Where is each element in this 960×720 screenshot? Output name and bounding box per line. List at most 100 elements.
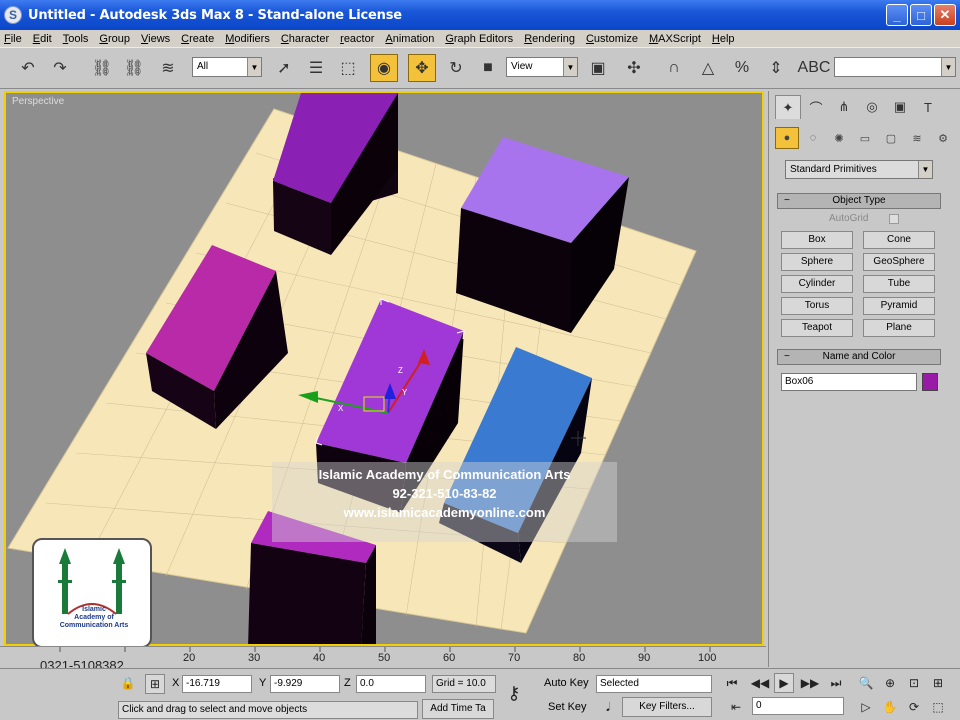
set-key-button[interactable]: Set Key [548, 701, 587, 713]
y-coordinate-field[interactable]: -9.929 [270, 675, 340, 693]
select-and-rotate-icon[interactable]: ↻ [442, 54, 470, 82]
key-filters-button[interactable]: Key Filters... [622, 697, 712, 717]
utilities-tab-icon[interactable]: T [915, 95, 941, 119]
menu-rendering[interactable]: Rendering [524, 33, 575, 45]
space-warps-icon[interactable]: ≋ [905, 127, 929, 149]
window-crossing-icon[interactable]: ◉ [370, 54, 398, 82]
object-color-swatch[interactable] [922, 373, 938, 391]
go-to-end-icon[interactable]: ⏭ [826, 673, 846, 693]
zoom-icon[interactable]: 🔍 [856, 673, 876, 693]
cameras-icon[interactable]: ▭ [853, 127, 877, 149]
rectangular-selection-icon[interactable]: ⬚ [334, 54, 362, 82]
angle-snap-icon[interactable]: △ [694, 54, 722, 82]
object-name-field[interactable]: Box06 [781, 373, 917, 391]
select-and-link-icon[interactable]: ⛓ [88, 54, 116, 82]
play-icon[interactable]: ▶ [774, 673, 794, 693]
field-of-view-icon[interactable]: ▷ [856, 697, 876, 717]
minimize-button[interactable]: _ [886, 4, 908, 26]
teapot-button[interactable]: Teapot [781, 319, 853, 337]
systems-icon[interactable]: ⚙ [931, 127, 955, 149]
go-to-start-icon[interactable]: ⏮ [722, 673, 742, 693]
pyramid-button[interactable]: Pyramid [863, 297, 935, 315]
previous-frame-icon[interactable]: ◀◀ [750, 673, 770, 693]
select-object-icon[interactable]: ➚ [270, 54, 298, 82]
shapes-icon[interactable]: ◌ [801, 127, 825, 149]
menu-help[interactable]: Help [712, 33, 735, 45]
unlink-icon[interactable]: ⛓ [120, 54, 148, 82]
absolute-mode-icon[interactable]: ⊞ [145, 674, 165, 694]
use-pivot-center-icon[interactable]: ▣ [584, 54, 612, 82]
reference-coordinate-dropdown[interactable]: View ▼ [506, 57, 578, 77]
z-coordinate-field[interactable]: 0.0 [356, 675, 426, 693]
menu-create[interactable]: Create [181, 33, 214, 45]
add-time-tag-button[interactable]: Add Time Ta [422, 699, 494, 719]
viewport-label[interactable]: Perspective [12, 96, 64, 107]
key-icon[interactable]: ⚷ [504, 683, 524, 703]
edit-named-selection-icon[interactable]: ABC [798, 54, 831, 82]
percent-snap-icon[interactable]: % [728, 54, 756, 82]
selection-filter-dropdown[interactable]: All ▼ [192, 57, 262, 77]
key-mode-toggle-icon[interactable]: ⇤ [726, 697, 746, 717]
select-and-scale-icon[interactable]: ■ [474, 54, 502, 82]
bind-space-warp-icon[interactable]: ≋ [154, 54, 182, 82]
menu-animation[interactable]: Animation [385, 33, 434, 45]
lights-icon[interactable]: ✺ [827, 127, 851, 149]
menu-edit[interactable]: Edit [33, 33, 52, 45]
maximize-viewport-icon[interactable]: ⬚ [928, 697, 948, 717]
geometry-icon[interactable]: ● [775, 127, 799, 149]
plane-button[interactable]: Plane [863, 319, 935, 337]
cone-button[interactable]: Cone [863, 231, 935, 249]
geosphere-button[interactable]: GeoSphere [863, 253, 935, 271]
undo-icon[interactable]: ↶ [14, 54, 42, 82]
hierarchy-tab-icon[interactable]: ⋔ [831, 95, 857, 119]
lock-selection-icon[interactable]: 🔒 [118, 673, 138, 693]
zoom-all-icon[interactable]: ⊕ [880, 673, 900, 693]
helpers-icon[interactable]: ▢ [879, 127, 903, 149]
menu-maxscript[interactable]: MAXScript [649, 33, 701, 45]
redo-icon[interactable]: ↷ [46, 54, 74, 82]
torus-button[interactable]: Torus [781, 297, 853, 315]
cylinder-button[interactable]: Cylinder [781, 275, 853, 293]
auto-key-label[interactable]: Auto Key [544, 677, 589, 689]
close-button[interactable]: ✕ [934, 4, 956, 26]
named-selection-dropdown[interactable]: ▼ [834, 57, 956, 77]
menu-tools[interactable]: Tools [63, 33, 89, 45]
menu-character[interactable]: Character [281, 33, 329, 45]
select-by-name-icon[interactable]: ☰ [302, 54, 330, 82]
autogrid-checkbox[interactable] [889, 214, 899, 224]
menu-group[interactable]: Group [99, 33, 130, 45]
timeline-tick: 20 [183, 652, 196, 664]
arc-rotate-icon[interactable]: ⟳ [904, 697, 924, 717]
box-button[interactable]: Box [781, 231, 853, 249]
create-tab-icon[interactable]: ✦ [775, 95, 801, 119]
sphere-button[interactable]: Sphere [781, 253, 853, 271]
x-label: X [172, 677, 180, 689]
next-frame-icon[interactable]: ▶▶ [800, 673, 820, 693]
modify-tab-icon[interactable]: ⌒ [803, 95, 829, 119]
menu-file[interactable]: File [4, 33, 22, 45]
menu-graph-editors[interactable]: Graph Editors [445, 33, 513, 45]
3ds-max-icon[interactable]: S [4, 6, 22, 24]
pan-icon[interactable]: ✋ [880, 697, 900, 717]
key-mode-dropdown[interactable]: Selected [596, 675, 712, 693]
menu-reactor[interactable]: reactor [340, 33, 374, 45]
category-dropdown[interactable]: Standard Primitives ▼ [785, 160, 933, 179]
motion-tab-icon[interactable]: ◎ [859, 95, 885, 119]
snaps-toggle-icon[interactable]: ∩ [660, 54, 688, 82]
select-and-manipulate-icon[interactable]: ✣ [620, 54, 648, 82]
maximize-button[interactable]: □ [910, 4, 932, 26]
x-coordinate-field[interactable]: -16.719 [182, 675, 252, 693]
spinner-snap-icon[interactable]: ⇕ [762, 54, 790, 82]
current-frame-field[interactable]: 0 [752, 697, 844, 715]
zoom-extents-all-icon[interactable]: ⊞ [928, 673, 948, 693]
zoom-extents-icon[interactable]: ⊡ [904, 673, 924, 693]
object-type-rollout[interactable]: − Object Type [777, 193, 941, 209]
display-tab-icon[interactable]: ▣ [887, 95, 913, 119]
name-and-color-rollout[interactable]: − Name and Color [777, 349, 941, 365]
set-key-icon[interactable]: 𝅘𝅥 [598, 697, 618, 717]
menu-views[interactable]: Views [141, 33, 170, 45]
menu-modifiers[interactable]: Modifiers [225, 33, 270, 45]
select-and-move-icon[interactable]: ✥ [408, 54, 436, 82]
menu-customize[interactable]: Customize [586, 33, 638, 45]
tube-button[interactable]: Tube [863, 275, 935, 293]
